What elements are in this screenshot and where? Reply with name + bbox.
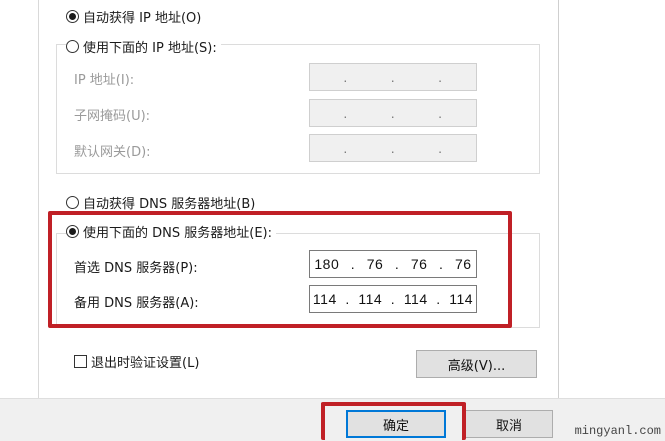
auto-dns-radio[interactable]: 自动获得 DNS 服务器地址(B) bbox=[66, 193, 255, 212]
auto-ip-label: 自动获得 IP 地址(O) bbox=[83, 11, 202, 26]
checkbox-icon bbox=[74, 355, 87, 368]
ok-highlight-box bbox=[321, 402, 466, 440]
dialog-right-border bbox=[558, 0, 559, 440]
watermark: mingyanl.com bbox=[574, 424, 661, 438]
validate-on-exit-label: 退出时验证设置(L) bbox=[91, 356, 200, 371]
ip-address-field: ... bbox=[309, 63, 477, 91]
auto-dns-label: 自动获得 DNS 服务器地址(B) bbox=[83, 197, 256, 212]
subnet-mask-field: ... bbox=[309, 99, 477, 127]
manual-ip-radio[interactable]: 使用下面的 IP 地址(S): bbox=[66, 37, 221, 56]
radio-checked-icon bbox=[66, 10, 79, 23]
default-gateway-label: 默认网关(D): bbox=[74, 145, 151, 160]
dns-highlight-box bbox=[48, 211, 512, 328]
manual-ip-label: 使用下面的 IP 地址(S): bbox=[83, 41, 217, 56]
dialog-left-border bbox=[38, 0, 39, 398]
ip-address-label: IP 地址(I): bbox=[74, 73, 135, 88]
cancel-button[interactable]: 取消 bbox=[465, 410, 553, 438]
validate-on-exit-checkbox[interactable]: 退出时验证设置(L) bbox=[74, 352, 199, 371]
subnet-mask-label: 子网掩码(U): bbox=[74, 109, 151, 124]
radio-unchecked-icon bbox=[66, 196, 79, 209]
advanced-button[interactable]: 高级(V)... bbox=[416, 350, 537, 378]
radio-unchecked-icon bbox=[66, 40, 79, 53]
auto-ip-radio[interactable]: 自动获得 IP 地址(O) bbox=[66, 7, 201, 26]
default-gateway-field: ... bbox=[309, 134, 477, 162]
